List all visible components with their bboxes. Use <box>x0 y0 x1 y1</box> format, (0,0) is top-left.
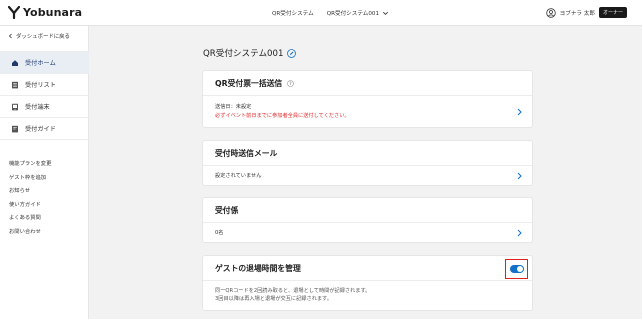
link-add-guest-slots[interactable]: ゲスト枠を追加 <box>9 173 51 181</box>
staff-count-text: 0名 <box>215 230 224 236</box>
mail-status-text: 設定されていません <box>215 173 262 179</box>
event-selector[interactable]: QR受付システム001 <box>327 9 389 17</box>
terminal-icon <box>12 103 18 110</box>
exit-time-toggle-highlight <box>505 259 528 279</box>
exit-time-card: ゲストの退場時間を管理 同一QRコードを2回読み取ると、退場として時間が記録され… <box>202 255 533 311</box>
sidebar-item-label: 受付端末 <box>25 104 50 111</box>
card-title: 受付時送信メール <box>215 148 278 158</box>
sidebar-item-label: 受付ガイド <box>25 126 56 133</box>
send-warning-text: 必ずイベント前日までに参加者全員に送付してください。 <box>215 113 350 119</box>
user-name: ヨブナラ 太郎 <box>559 10 595 17</box>
top-header: Yobunara QR受付システム QR受付システム001 ヨブナラ 太郎 オー… <box>0 0 642 26</box>
bulk-send-card: QR受付票一括送信 ? 送信日：未設定 必ずイベント前日までに参加者全員に送付し… <box>202 70 533 128</box>
card-title: ゲストの退場時間を管理 <box>215 263 301 273</box>
sidebar-item-reception-list[interactable]: 受付リスト <box>0 74 89 96</box>
chevron-right-icon <box>517 172 522 180</box>
chevron-left-icon <box>8 33 12 39</box>
page-title-text: QR受付システム001 <box>203 49 284 59</box>
svg-text:?: ? <box>290 81 293 86</box>
logo-text: Yobunara <box>23 6 83 19</box>
card-header: 受付係 <box>203 198 532 223</box>
bulk-send-row[interactable]: 送信日：未設定 必ずイベント前日までに参加者全員に送付してください。 <box>203 96 532 128</box>
sidebar-item-reception-guide[interactable]: 受付ガイド <box>0 118 89 140</box>
link-usage-guide[interactable]: 使い方ガイド <box>9 200 51 208</box>
link-faq[interactable]: よくある質問 <box>9 213 51 221</box>
reception-staff-card: 受付係 0名 <box>202 197 533 243</box>
help-icon[interactable]: ? <box>287 79 295 87</box>
send-date-text: 送信日：未設定 <box>215 104 252 110</box>
home-icon <box>12 59 18 66</box>
event-selector-label: QR受付システム001 <box>326 11 380 17</box>
sidebar-nav: 受付ホーム 受付リスト 受付端末 受付ガイド <box>0 51 89 140</box>
sidebar-links: 機能プランを変更 ゲスト枠を追加 お知らせ 使い方ガイド よくある質問 お問い合… <box>9 159 51 235</box>
toggle-knob <box>516 266 523 272</box>
logo-mark-icon <box>8 6 20 19</box>
chevron-right-icon <box>517 229 522 237</box>
sidebar-item-reception-home[interactable]: 受付ホーム <box>0 52 89 74</box>
user-icon <box>545 7 556 18</box>
reception-staff-row[interactable]: 0名 <box>203 223 532 243</box>
link-news[interactable]: お知らせ <box>9 186 51 194</box>
exit-time-toggle[interactable] <box>509 265 524 273</box>
exit-description-line2: 3回目以降は再入場と退場が交互に記録されます。 <box>215 296 332 302</box>
card-title: 受付係 <box>215 205 239 215</box>
card-header: 受付時送信メール <box>203 141 532 166</box>
exit-time-description: 同一QRコードを2回読み取ると、退場として時間が記録されます。 3回目以降は再入… <box>203 281 532 311</box>
edit-icon[interactable] <box>287 48 297 58</box>
link-change-plan[interactable]: 機能プランを変更 <box>9 159 51 167</box>
back-to-dashboard-link[interactable]: ダッシュボードに戻る <box>8 32 70 40</box>
chevron-right-icon <box>517 108 522 116</box>
logo[interactable]: Yobunara <box>8 6 82 19</box>
reception-mail-row[interactable]: 設定されていません <box>203 166 532 186</box>
exit-description-line1: 同一QRコードを2回読み取ると、退場として時間が記録されます。 <box>215 288 371 294</box>
back-link-label: ダッシュボードに戻る <box>16 34 70 40</box>
page-title: QR受付システム001 <box>203 47 297 59</box>
chevron-down-icon <box>383 11 389 15</box>
sidebar: ダッシュボードに戻る 受付ホーム 受付リスト 受付端末 受付ガイド 機能プランを… <box>0 26 89 319</box>
reception-mail-card: 受付時送信メール 設定されていません <box>202 140 533 186</box>
sidebar-item-label: 受付リスト <box>25 82 56 89</box>
user-menu[interactable]: ヨブナラ 太郎 オーナー <box>545 7 627 18</box>
owner-badge: オーナー <box>598 7 627 18</box>
card-header: QR受付票一括送信 ? <box>203 71 532 96</box>
sidebar-item-label: 受付ホーム <box>25 60 56 67</box>
card-header: ゲストの退場時間を管理 <box>203 256 532 281</box>
link-contact[interactable]: お問い合わせ <box>9 227 51 235</box>
guide-icon <box>12 125 18 132</box>
sidebar-item-reception-terminal[interactable]: 受付端末 <box>0 96 89 118</box>
nav-system-link[interactable]: QR受付システム <box>272 9 314 17</box>
list-icon <box>12 81 18 88</box>
card-title: QR受付票一括送信 <box>215 78 283 88</box>
